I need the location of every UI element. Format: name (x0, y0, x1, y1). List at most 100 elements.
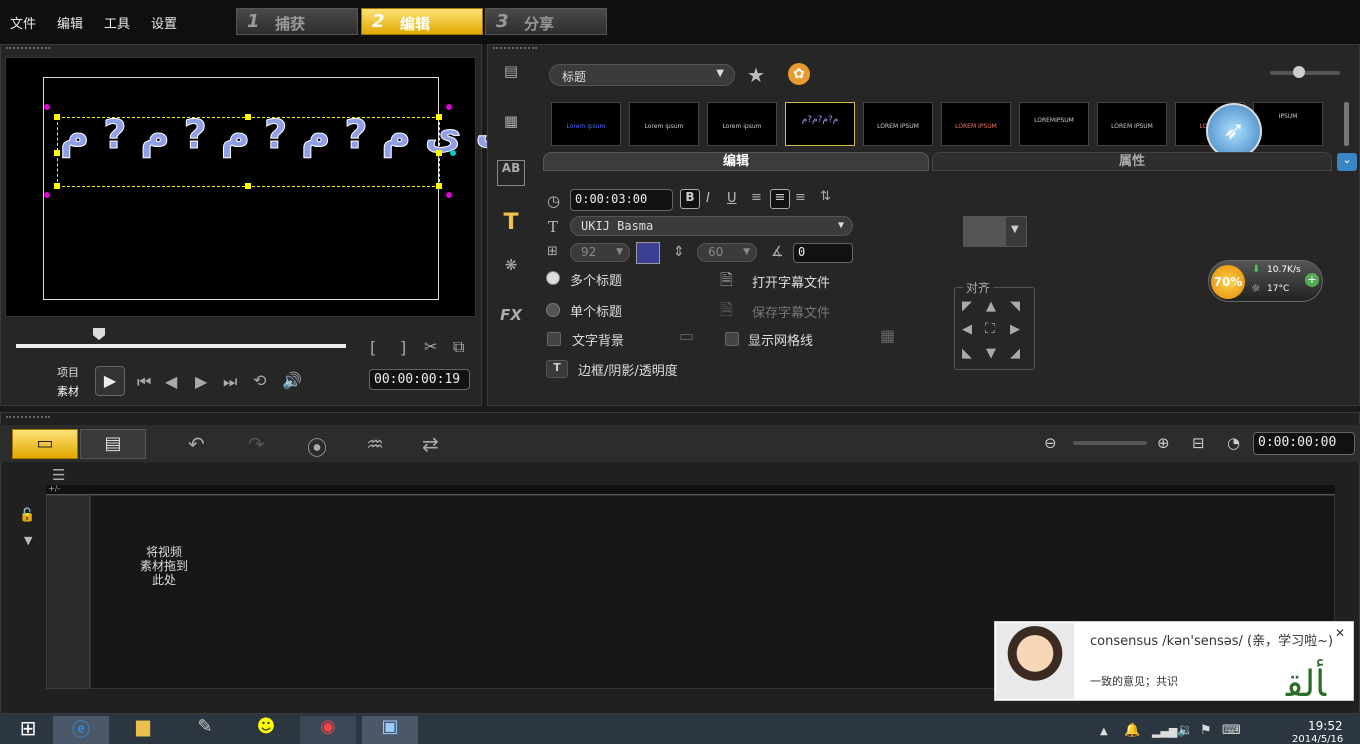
font-size-dropdown[interactable]: 92 ▼ (570, 243, 630, 262)
play-button[interactable]: ▶ (95, 366, 125, 396)
rotate-handle[interactable] (44, 192, 50, 198)
expand-widget-icon[interactable]: + (1305, 273, 1319, 287)
timeline-view-icon[interactable]: ▤ (80, 429, 146, 459)
align-top-right-icon[interactable]: ◥ (1010, 299, 1020, 314)
skew-handle[interactable] (450, 150, 456, 156)
align-bottom-right-icon[interactable]: ◢ (1010, 346, 1020, 361)
font-color-swatch[interactable] (636, 242, 660, 264)
rotation-input[interactable]: 0 (793, 243, 853, 263)
menu-tools[interactable]: 工具 (104, 13, 130, 32)
resize-handle[interactable] (436, 150, 442, 156)
library-scrollbar[interactable] (1344, 102, 1349, 146)
app-icon[interactable]: ✎ (177, 716, 233, 744)
rotate-handle[interactable] (44, 104, 50, 110)
notification-icon[interactable]: 🔔 (1124, 723, 1140, 738)
title-thumbnail[interactable]: Lorem ipsum (551, 102, 621, 146)
repeat-icon[interactable]: ⟲ (253, 371, 266, 390)
add-remove-marker[interactable]: +/- (48, 484, 60, 493)
title-thumbnail[interactable]: LOREM IPSUM (941, 102, 1011, 146)
rotate-handle[interactable] (446, 104, 452, 110)
zoom-in-icon[interactable]: ⊕ (1157, 434, 1170, 452)
fx-tab-icon[interactable]: FX (497, 306, 525, 332)
panel-grip[interactable] (6, 47, 50, 53)
menu-settings[interactable]: 设置 (151, 13, 177, 32)
panel-grip[interactable] (493, 47, 537, 53)
storyboard-view-icon[interactable]: ▭ (12, 429, 78, 459)
bold-button[interactable]: B (680, 189, 700, 209)
menu-file[interactable]: 文件 (10, 13, 36, 32)
title-thumbnail[interactable]: Lorem ipsum (629, 102, 699, 146)
qq-icon[interactable]: ☻ (238, 716, 294, 744)
previous-frame-icon[interactable]: ◀ (165, 372, 177, 391)
single-title-radio[interactable] (546, 303, 560, 317)
mode-clip[interactable]: 素材 (57, 383, 79, 399)
align-bottom-left-icon[interactable]: ◣ (962, 346, 972, 361)
zoom-slider[interactable] (1073, 441, 1147, 445)
resize-handle[interactable] (54, 114, 60, 120)
lock-tracks-icon[interactable]: 🔓 (19, 508, 35, 523)
menu-edit[interactable]: 编辑 (57, 13, 83, 32)
open-subtitle-icon[interactable]: 🗎 (720, 269, 733, 296)
align-top-icon[interactable]: ▲ (986, 299, 996, 314)
volume-icon[interactable]: 🔉 (1177, 723, 1193, 738)
graphics-tab-icon[interactable]: AB (497, 160, 525, 186)
title-thumbnail-selected[interactable]: م?م?م?م (785, 102, 855, 146)
timeline-ruler[interactable] (46, 485, 1335, 495)
end-icon[interactable]: ⏭ (223, 372, 237, 392)
resize-handle[interactable] (54, 150, 60, 156)
library-category-dropdown[interactable]: 标题 ▼ (549, 64, 735, 86)
enlarge-preview-icon[interactable]: ⧉ (453, 337, 464, 357)
zoom-out-icon[interactable]: ⊖ (1044, 434, 1057, 452)
underline-button[interactable]: U (727, 191, 737, 206)
volume-icon[interactable]: 🔊 (282, 371, 302, 390)
clock-date[interactable]: 2014/5/16 (1292, 734, 1343, 744)
step-share[interactable]: 3 分享 (485, 8, 607, 35)
resize-handle[interactable] (245, 114, 251, 120)
resize-handle[interactable] (436, 114, 442, 120)
browser-ie-icon[interactable]: ⓔ (53, 716, 109, 744)
title-thumbnail[interactable]: LOREM IPSUM (1097, 102, 1167, 146)
title-thumbnail[interactable]: LOREMIPSUM (1019, 102, 1089, 146)
sound-mixer-icon[interactable]: ♒ (366, 432, 384, 456)
tab-edit[interactable]: 编辑 (543, 152, 929, 171)
line-spacing-dropdown[interactable]: 60 ▼ (697, 243, 757, 262)
add-to-favorites-icon[interactable]: ★ (747, 63, 765, 87)
title-tab-icon[interactable]: T (497, 210, 525, 236)
collapse-options-icon[interactable]: ⌄ (1337, 153, 1357, 171)
network-icon[interactable]: ▂▄▆ (1152, 725, 1177, 738)
mode-project[interactable]: 项目 (57, 364, 79, 380)
open-subtitle-label[interactable]: 打开字幕文件 (752, 272, 830, 291)
track-manager-icon[interactable]: ☰ (52, 466, 65, 484)
align-right-icon[interactable]: ≡ (795, 190, 806, 205)
undo-icon[interactable]: ↶ (188, 432, 205, 456)
step-edit[interactable]: 2 编辑 (361, 8, 483, 35)
resize-handle[interactable] (54, 183, 60, 189)
rotate-handle[interactable] (446, 192, 452, 198)
align-center-icon[interactable]: ≡ (770, 189, 790, 209)
record-capture-icon[interactable]: ⦿ (307, 432, 327, 461)
close-icon[interactable]: ✕ (1335, 626, 1345, 640)
border-shadow-label[interactable]: 边框/阴影/透明度 (578, 360, 678, 379)
flag-icon[interactable]: ⚑ (1200, 723, 1212, 738)
style-dropdown[interactable]: ▼ (963, 216, 1027, 247)
tray-expand-icon[interactable]: ▲ (1100, 726, 1108, 737)
start-icon[interactable]: ⊞ (0, 716, 56, 744)
align-right-middle-icon[interactable]: ▶ (1010, 322, 1020, 337)
get-more-icon[interactable]: ✿ (788, 63, 810, 85)
clock-time[interactable]: 19:52 (1308, 719, 1343, 733)
align-left-middle-icon[interactable]: ◀ (962, 322, 972, 337)
duration-timecode[interactable]: 0:00:03:00 (570, 189, 673, 211)
preview-timecode[interactable]: 00:00:00:19 (369, 369, 470, 390)
resize-handle[interactable] (245, 183, 251, 189)
keyboard-icon[interactable]: ⌨ (1222, 723, 1241, 738)
media-tab-icon[interactable]: ▤ (497, 62, 525, 88)
scissors-icon[interactable]: ✂ (424, 337, 437, 356)
panel-grip[interactable] (6, 416, 50, 422)
title-thumbnail[interactable]: IPSUM (1253, 102, 1323, 146)
title-thumbnail[interactable]: Lorem ipsum (707, 102, 777, 146)
file-explorer-icon[interactable]: ▆ (115, 716, 171, 744)
next-frame-icon[interactable]: ▶ (195, 372, 207, 391)
multi-title-radio[interactable] (546, 271, 560, 285)
align-center-middle-icon[interactable]: ⛶ (985, 321, 995, 337)
tab-attributes[interactable]: 属性 (932, 152, 1332, 171)
